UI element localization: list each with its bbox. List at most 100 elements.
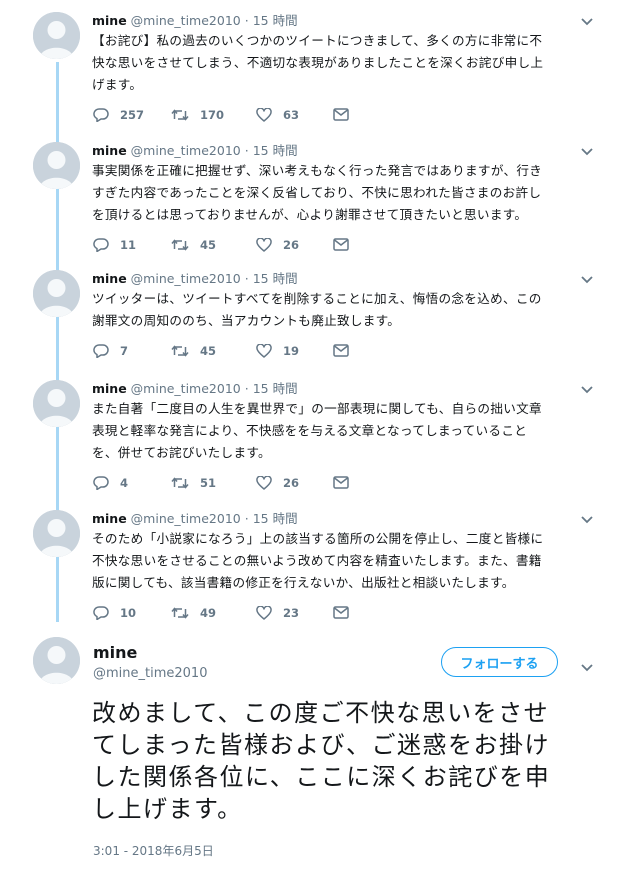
- envelope-icon: [333, 344, 349, 357]
- retweet-count: 170: [200, 108, 225, 122]
- chevron-down-icon[interactable]: [580, 380, 594, 394]
- author-name[interactable]: mine: [92, 143, 127, 158]
- tweet-time[interactable]: 15 時間: [253, 13, 298, 28]
- author-handle[interactable]: @mine_time2010: [131, 511, 241, 526]
- direct-message-button[interactable]: [333, 108, 349, 121]
- tweet-text-line: 改めまして、この度ご不快な思いをさせ: [92, 699, 550, 727]
- envelope-icon: [333, 476, 349, 489]
- retweet-button[interactable]: 49: [171, 606, 216, 620]
- avatar[interactable]: [33, 12, 80, 59]
- tweet-text-line: した関係各位に、ここに深くお詫びを申: [92, 763, 551, 791]
- retweet-button[interactable]: 45: [171, 344, 216, 358]
- tweet-text-line: 謝罪文の周知ののち、当アカウントも廃止致します。: [92, 313, 401, 328]
- tweet-text-line: そのため「小説家になろう」上の該当する箇所の公開を停止し、二度と皆様に: [92, 531, 544, 546]
- avatar[interactable]: [33, 510, 80, 557]
- author-handle[interactable]: @mine_time2010: [131, 381, 241, 396]
- direct-message-button[interactable]: [333, 606, 349, 619]
- direct-message-button[interactable]: [333, 476, 349, 489]
- tweet-timestamp[interactable]: 3:01 - 2018年6月5日: [93, 842, 214, 859]
- tweet-text-line: し上げます。: [92, 795, 243, 823]
- author-name[interactable]: mine: [92, 271, 127, 286]
- retweet-icon: [171, 476, 189, 490]
- retweet-button[interactable]: 170: [171, 108, 224, 122]
- author-name[interactable]: mine: [92, 511, 127, 526]
- reply-icon: [93, 238, 109, 252]
- tweet-time[interactable]: 15 時間: [253, 381, 298, 396]
- separator-dot: ·: [244, 271, 249, 286]
- retweet-count: 51: [200, 476, 217, 490]
- reply-button[interactable]: 7: [93, 344, 128, 358]
- author-handle[interactable]: @mine_time2010: [93, 666, 207, 681]
- author-handle[interactable]: @mine_time2010: [131, 271, 241, 286]
- like-button[interactable]: 23: [256, 606, 299, 620]
- heart-icon: [256, 606, 272, 620]
- author-name[interactable]: mine: [92, 381, 127, 396]
- heart-icon: [256, 476, 272, 490]
- tweet-header: mine @mine_time2010 · 15 時間: [92, 508, 298, 527]
- reply-icon: [93, 344, 109, 358]
- tweet-text-line: を、併せてお詫びいたします。: [92, 445, 271, 460]
- heart-icon: [256, 238, 272, 252]
- tweet-text: 事実関係を正確に把握せず、深い考えもなく行った発言ではありますが、行き すぎた内容…: [92, 160, 597, 226]
- retweet-count: 49: [200, 606, 217, 620]
- retweet-icon: [171, 344, 189, 358]
- retweet-button[interactable]: 45: [171, 238, 216, 252]
- tweet-text-line: てしまった皆様および、ご迷惑をお掛け: [92, 731, 551, 759]
- like-button[interactable]: 63: [256, 108, 299, 122]
- chevron-down-icon[interactable]: [580, 658, 594, 672]
- direct-message-button[interactable]: [333, 238, 349, 251]
- chevron-down-icon[interactable]: [580, 12, 594, 26]
- tweet-time[interactable]: 15 時間: [253, 143, 298, 158]
- reply-button[interactable]: 10: [93, 606, 136, 620]
- tweet-text-line: ツイッターは、ツイートすべてを削除することに加え、悔悟の念を込め、この: [92, 291, 542, 306]
- tweet-time[interactable]: 15 時間: [253, 271, 298, 286]
- envelope-icon: [333, 606, 349, 619]
- separator-dot: ·: [244, 511, 249, 526]
- avatar[interactable]: [33, 270, 80, 317]
- like-button[interactable]: 26: [256, 476, 299, 490]
- reply-button[interactable]: 11: [93, 238, 136, 252]
- like-count: 26: [283, 238, 300, 252]
- separator-dot: ·: [244, 13, 249, 28]
- reply-icon: [93, 108, 109, 122]
- tweet-header: mine @mine_time2010 · 15 時間: [92, 268, 298, 287]
- heart-icon: [256, 108, 272, 122]
- chevron-down-icon[interactable]: [580, 510, 594, 524]
- follow-button[interactable]: フォローする: [441, 647, 558, 677]
- retweet-count: 45: [200, 344, 217, 358]
- avatar[interactable]: [33, 142, 80, 189]
- chevron-down-icon[interactable]: [580, 270, 594, 284]
- author-name[interactable]: mine: [92, 13, 127, 28]
- tweet-text-line: 【お詫び】私の過去のいくつかのツイートにつきまして、多くの方に非常に不: [92, 33, 543, 48]
- heart-icon: [256, 344, 272, 358]
- reply-count: 10: [120, 606, 137, 620]
- avatar[interactable]: [33, 380, 80, 427]
- author-handle[interactable]: @mine_time2010: [131, 143, 241, 158]
- tweet-text-line: を頂けるとは思っておりませんが、心より謝罪させて頂きたいと思います。: [92, 207, 528, 222]
- reply-button[interactable]: 4: [93, 476, 128, 490]
- tweet-header: mine @mine_time2010 · 15 時間: [92, 140, 298, 159]
- reply-icon: [93, 606, 109, 620]
- reply-count: 11: [120, 238, 137, 252]
- like-button[interactable]: 19: [256, 344, 299, 358]
- separator-dot: ·: [244, 381, 249, 396]
- like-button[interactable]: 26: [256, 238, 299, 252]
- tweet-text: そのため「小説家になろう」上の該当する箇所の公開を停止し、二度と皆様に 不快な思い…: [92, 528, 597, 594]
- tweet-text-line: げます。: [92, 77, 143, 92]
- author-handle[interactable]: @mine_time2010: [131, 13, 241, 28]
- like-count: 26: [283, 476, 300, 490]
- tweet-header: mine @mine_time2010 · 15 時間: [92, 10, 298, 29]
- retweet-count: 45: [200, 238, 217, 252]
- separator-dot: ·: [244, 143, 249, 158]
- reply-button[interactable]: 257: [93, 108, 144, 122]
- tweet-time[interactable]: 15 時間: [253, 511, 298, 526]
- tweet-text-line: すぎた内容であったことを深く反省しており、不快に思われた皆さまのお許し: [92, 185, 542, 200]
- retweet-button[interactable]: 51: [171, 476, 216, 490]
- author-name[interactable]: mine: [93, 643, 137, 662]
- avatar[interactable]: [33, 637, 80, 684]
- direct-message-button[interactable]: [333, 344, 349, 357]
- reply-icon: [93, 476, 109, 490]
- chevron-down-icon[interactable]: [580, 142, 594, 156]
- retweet-icon: [171, 238, 189, 252]
- envelope-icon: [333, 108, 349, 121]
